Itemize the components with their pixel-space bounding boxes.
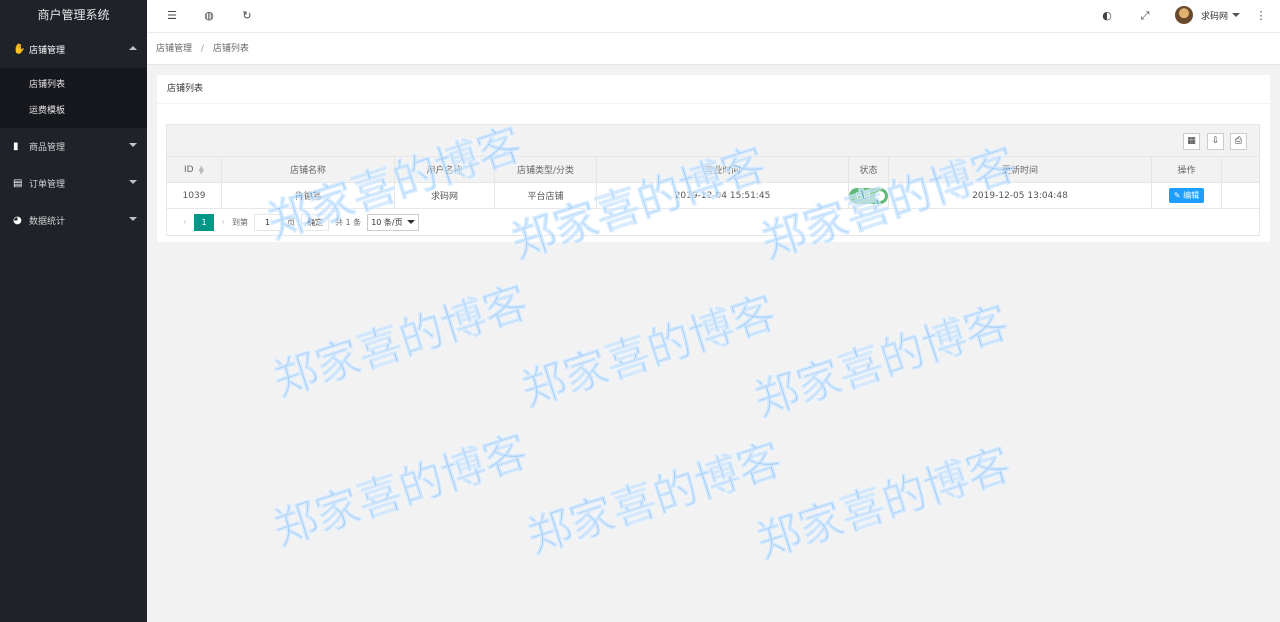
edit-button[interactable]: ✎ 编辑 [1168,188,1205,203]
print-icon[interactable]: ⎙ [1230,133,1247,150]
hand-icon: ✋ [13,44,26,55]
cell-action: ✎ 编辑 [1152,183,1222,208]
header-label: ID [184,164,194,175]
header-action: 操作 [1152,157,1222,182]
avatar [1175,6,1193,24]
submenu-shop: 店铺列表 运费模板 [0,68,147,128]
menu-collapse-icon[interactable]: ☰ [165,9,179,23]
menu-statistics[interactable]: ◕ 数据统计 [0,202,147,239]
fullscreen-icon[interactable]: ⤢ [1138,9,1152,23]
menu-shop-management[interactable]: ✋ 店铺管理 [0,31,147,68]
watermark: 郑家喜的博客 [515,286,783,417]
calendar-icon: ▤ [13,178,23,189]
export-icon[interactable]: ⇩ [1207,133,1224,150]
cell-status: 启用 [849,183,889,208]
top-header: ☰ ◍ ↻ ◐ ⤢ 求码网 ⋮ [147,0,1280,33]
watermark: 郑家喜的博客 [521,433,789,564]
cell-open-time: 2019-12-04 15:51:45 [597,183,849,208]
status-label: 启用 [855,190,871,200]
table-header: ID ▲ ▼ 店铺名称 用户名称 店铺类型/分类 营业时间 状态 更新时间 操作 [167,157,1259,183]
confirm-button[interactable]: 确定 [301,213,329,231]
submenu-item-freight-template[interactable]: 运费模板 [0,98,147,124]
edit-label: 编辑 [1183,191,1200,200]
next-page-icon[interactable]: › [221,217,225,228]
user-name: 求码网 [1201,11,1229,22]
watermark: 郑家喜的博客 [267,425,535,556]
menu-label: 数据统计 [29,217,66,227]
page-size-value: 10 条/页 [371,217,403,227]
goto-page-input[interactable]: 1 [254,213,281,231]
breadcrumb: 店铺管理 / 店铺列表 [147,33,1280,65]
cell-updated: 2019-12-05 13:04:48 [889,183,1152,208]
page-size-select[interactable]: 10 条/页 [367,213,419,231]
chevron-down-icon [129,143,137,147]
menu-label: 订单管理 [29,180,66,190]
breadcrumb-parent[interactable]: 店铺管理 [156,44,192,54]
cell-shop-type: 平台店铺 [495,183,597,208]
header-user-name: 用户名称 [395,157,495,182]
toggle-knob [875,190,885,201]
header-shop-name: 店铺名称 [222,157,395,182]
watermark: 郑家喜的博客 [750,438,1018,569]
table-toolbar: ▦ ⇩ ⎙ [167,125,1259,157]
header-status: 状态 [849,157,889,182]
columns-filter-icon[interactable]: ▦ [1183,133,1200,150]
chevron-down-icon [406,220,415,224]
chevron-up-icon [129,46,137,50]
pagination: ‹ 1 › 到第 1 页 确定 共 1 条 10 条/页 [167,209,1259,235]
shop-list-card: 店铺列表 ▦ ⇩ ⎙ ID ▲ ▼ 店铺名称 用户名称 店铺类型/分类 营业时间 … [157,75,1270,242]
breadcrumb-separator: / [200,44,204,54]
goto-label: 到第 [232,217,248,227]
table-row: 1039 肯德基 求码网 平台店铺 2019-12-04 15:51:45 启用… [167,183,1259,209]
cell-id: 1039 [167,183,222,208]
prev-page-icon[interactable]: ‹ [183,217,187,228]
breadcrumb-current: 店铺列表 [212,44,249,54]
header-open-time: 营业时间 [597,157,849,182]
sidebar: 商户管理系统 ✋ 店铺管理 店铺列表 运费模板 ▮ 商品管理 ▤ 订单管理 ◕ … [0,0,147,622]
header-id[interactable]: ID ▲ ▼ [167,157,222,182]
page-unit: 页 [287,217,295,227]
submenu-item-shop-list[interactable]: 店铺列表 [0,72,147,98]
status-toggle[interactable]: 启用 [849,187,888,204]
bar-chart-icon: ▮ [13,141,19,152]
header-updated: 更新时间 [889,157,1152,182]
watermark: 郑家喜的博客 [748,296,1016,427]
card-title: 店铺列表 [157,75,1270,104]
chevron-down-icon [129,180,137,184]
cell-blank [1222,183,1259,208]
total-count: 共 1 条 [335,217,362,227]
header-shop-type: 店铺类型/分类 [495,157,597,182]
more-icon[interactable]: ⋮ [1254,9,1268,23]
shop-table: ▦ ⇩ ⎙ ID ▲ ▼ 店铺名称 用户名称 店铺类型/分类 营业时间 状态 更新… [166,124,1260,236]
watermark: 郑家喜的博客 [267,276,535,407]
menu-label: 店铺管理 [29,46,66,56]
header-blank [1222,157,1259,182]
refresh-icon[interactable]: ↻ [240,9,254,23]
user-menu[interactable]: 求码网 [1175,6,1241,24]
current-page[interactable]: 1 [194,213,214,231]
chevron-down-icon [129,217,137,221]
cell-user-name: 求码网 [395,183,495,208]
sort-icon[interactable]: ▲ ▼ [199,164,204,175]
app-title: 商户管理系统 [0,0,147,31]
menu-label: 商品管理 [29,143,66,153]
globe-icon[interactable]: ◍ [202,9,216,23]
cell-shop-name: 肯德基 [222,183,395,208]
menu-order-management[interactable]: ▤ 订单管理 [0,165,147,202]
caret-down-icon [1232,13,1241,17]
menu-product-management[interactable]: ▮ 商品管理 [0,128,147,165]
pie-chart-icon: ◕ [13,215,22,226]
theme-icon[interactable]: ◐ [1100,9,1114,23]
